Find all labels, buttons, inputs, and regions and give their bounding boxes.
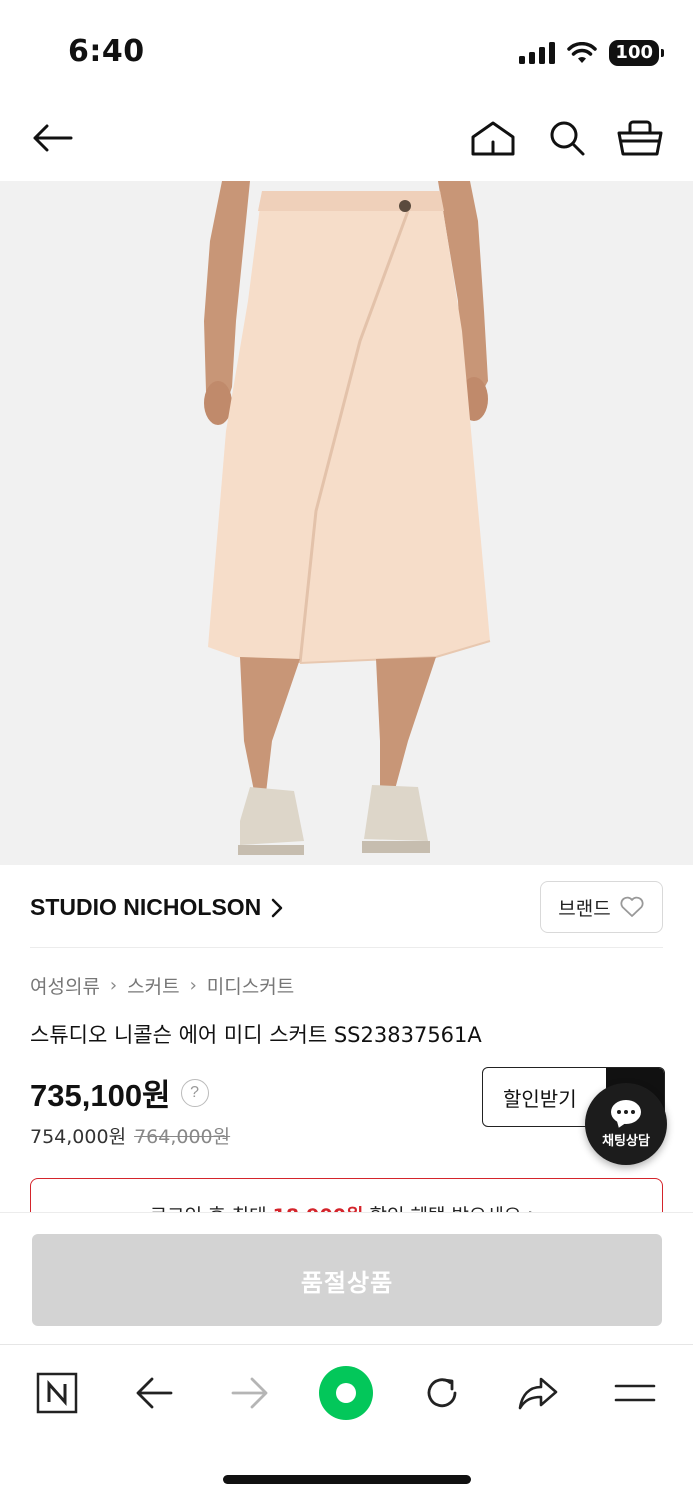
breadcrumb-item-3[interactable]: 미디스커트 xyxy=(207,972,294,999)
product-title: 스튜디오 니콜슨 에어 미디 스커트 SS23837561A xyxy=(30,1023,482,1047)
top-nav xyxy=(0,100,693,180)
brand-row: STUDIO NICHOLSON 브랜드 xyxy=(30,880,663,934)
back-button[interactable] xyxy=(28,114,76,162)
breadcrumb: 여성의류 › 스커트 › 미디스커트 xyxy=(30,972,294,999)
menu-button[interactable] xyxy=(607,1365,663,1421)
share-button[interactable] xyxy=(510,1365,566,1421)
arrow-left-icon xyxy=(33,124,73,152)
brand-favorite-button[interactable]: 브랜드 xyxy=(540,881,663,933)
chevron-right-icon xyxy=(272,898,283,917)
green-dot-icon xyxy=(319,1366,373,1420)
price-sub: 754,000원 764,000원 xyxy=(30,1122,230,1149)
home-button[interactable] xyxy=(469,114,517,162)
skirt-model-photo xyxy=(0,181,693,865)
brand-favorite-label: 브랜드 xyxy=(558,897,611,920)
browser-forward-button[interactable] xyxy=(222,1365,278,1421)
soldout-button[interactable]: 품절상품 xyxy=(32,1234,662,1326)
chat-consult-button[interactable]: 채팅상담 xyxy=(585,1083,667,1165)
search-icon xyxy=(550,121,585,156)
forward-arrow-icon xyxy=(231,1377,268,1409)
breadcrumb-item-2[interactable]: 스커트 xyxy=(127,972,179,999)
purchase-bar: 품절상품 xyxy=(0,1212,693,1344)
member-price: 754,000원 xyxy=(30,1126,127,1148)
original-price: 764,000원 xyxy=(134,1126,231,1148)
price-help-icon[interactable]: ? xyxy=(180,1078,209,1107)
divider xyxy=(30,947,663,948)
breadcrumb-item-1[interactable]: 여성의류 xyxy=(30,972,100,999)
sale-price: 735,100원 xyxy=(30,1078,171,1113)
chat-consult-label: 채팅상담 xyxy=(602,1133,650,1149)
price-main: 735,100원 ? xyxy=(30,1070,209,1115)
basket-icon xyxy=(617,120,663,156)
naver-n-icon xyxy=(36,1372,78,1414)
reload-icon xyxy=(427,1378,457,1408)
product-image[interactable] xyxy=(0,181,693,865)
brand-link[interactable]: STUDIO NICHOLSON xyxy=(30,894,283,921)
browser-toolbar xyxy=(0,1344,693,1438)
naver-home-button[interactable] xyxy=(29,1365,85,1421)
share-icon xyxy=(518,1377,558,1410)
breadcrumb-separator-icon: › xyxy=(109,975,118,996)
reload-button[interactable] xyxy=(414,1365,470,1421)
status-bar: 6:40 100 xyxy=(0,0,693,100)
chat-bubble-icon xyxy=(611,1099,641,1124)
brand-name: STUDIO NICHOLSON xyxy=(30,894,262,920)
breadcrumb-separator-icon: › xyxy=(189,975,197,996)
status-icons: 100 xyxy=(519,40,664,66)
heart-icon xyxy=(620,896,644,917)
status-time: 6:40 xyxy=(68,34,145,69)
back-arrow-icon xyxy=(136,1377,173,1409)
signal-icon xyxy=(519,42,556,64)
browser-back-button[interactable] xyxy=(126,1365,182,1421)
battery-indicator: 100 xyxy=(609,40,664,66)
home-indicator[interactable] xyxy=(223,1475,471,1484)
naver-green-button[interactable] xyxy=(318,1365,374,1421)
search-button[interactable] xyxy=(543,114,591,162)
home-icon xyxy=(471,121,515,156)
menu-icon xyxy=(614,1384,656,1402)
cart-button[interactable] xyxy=(616,114,664,162)
wifi-icon xyxy=(567,42,598,63)
